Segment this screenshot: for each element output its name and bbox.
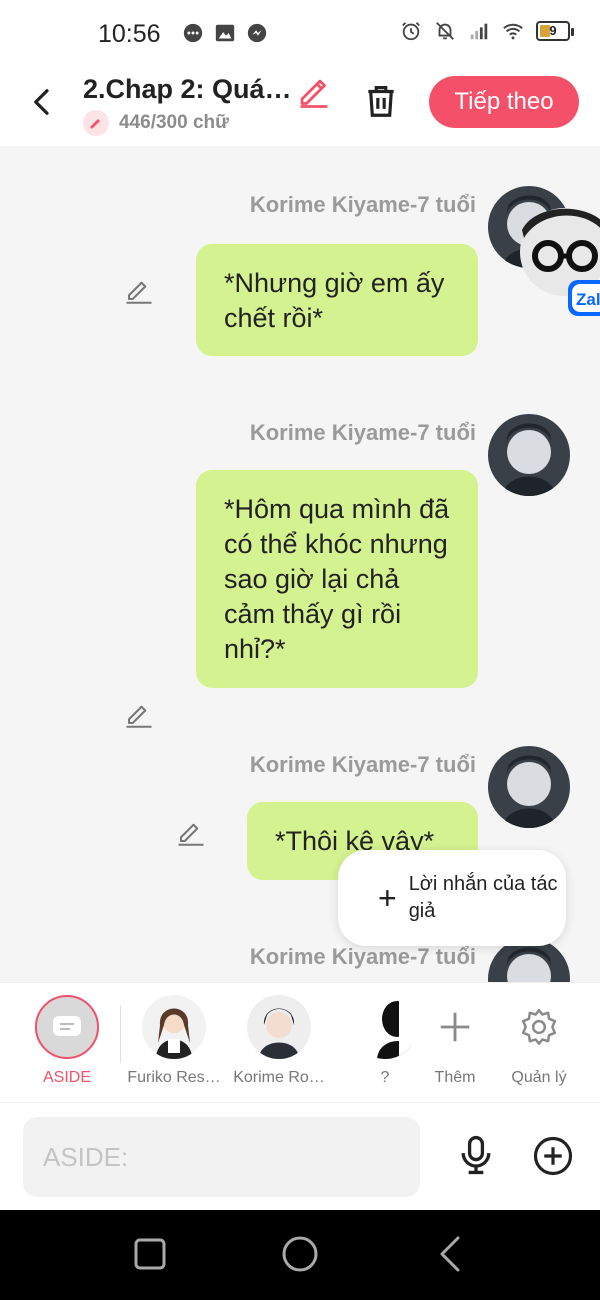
edit-message-icon[interactable] [176, 816, 206, 846]
next-button[interactable]: Tiếp theo [429, 76, 579, 128]
messenger-icon [247, 23, 267, 43]
character-avatar[interactable] [488, 746, 570, 828]
battery-indicator: 9 [536, 21, 574, 41]
signal-icon [470, 23, 488, 40]
chat-bubble-icon [183, 23, 203, 43]
sender-name: Korime Kiyame-7 tuổi [249, 192, 476, 217]
chevron-left-icon [34, 89, 49, 115]
aside-icon [35, 995, 99, 1059]
back-icon[interactable] [430, 1234, 470, 1274]
character-korime[interactable]: Korime Ro… [229, 995, 329, 1087]
voice-input-button[interactable] [454, 1133, 498, 1177]
bell-off-icon [436, 22, 454, 40]
microphone-icon [461, 1135, 491, 1175]
manage-characters-label: Quản lý [511, 1069, 567, 1086]
character-label: ASIDE [42, 1069, 91, 1086]
character-aside[interactable]: ASIDE [17, 995, 117, 1087]
message-bubble[interactable]: *Hôm qua mình đã có thể khóc nhưng sao g… [196, 470, 478, 688]
input-bar [0, 1102, 600, 1210]
zalo-chat-head[interactable]: Zal [512, 208, 600, 318]
status-bar: 10:56 9 [0, 0, 600, 70]
character-avatar [142, 995, 206, 1059]
system-nav-bar [0, 1210, 600, 1300]
alarm-icon [402, 22, 420, 41]
sender-name: Korime Kiyame-7 tuổi [249, 420, 476, 445]
add-character-label: Thêm [434, 1069, 476, 1086]
trash-icon [368, 85, 394, 117]
recent-apps-icon[interactable] [130, 1234, 170, 1274]
character-avatar [247, 995, 311, 1059]
edit-message-icon[interactable] [124, 274, 154, 304]
character-label: Furiko Res… [127, 1069, 221, 1086]
character-avatar[interactable] [488, 414, 570, 496]
word-count: 446/300 chữ [119, 112, 229, 133]
gear-icon [507, 995, 571, 1059]
back-button[interactable] [22, 82, 62, 122]
sender-name: Korime Kiyame-7 tuổi [249, 752, 476, 777]
status-left-icons [182, 22, 268, 44]
character-label: ? [380, 1069, 390, 1086]
status-time: 10:56 [98, 20, 161, 48]
message-bubble[interactable]: *Nhưng giờ em ấy chết rồi* [196, 244, 478, 356]
divider [120, 1005, 121, 1063]
manage-characters-button[interactable]: Quản lý [489, 995, 589, 1087]
plus-circle-icon [533, 1136, 573, 1176]
attach-button[interactable] [532, 1135, 574, 1177]
message-input[interactable] [23, 1117, 420, 1197]
character-bar: ASIDE Furiko Res… Korime Ro… ? Thêm Quản… [0, 982, 600, 1102]
word-count-row: 446/300 chữ [83, 110, 229, 136]
status-right-icons: 9 [400, 20, 574, 42]
character-label: Korime Ro… [233, 1069, 325, 1086]
author-note-label: Lời nhắn của tác giả [408, 873, 558, 922]
character-furiko[interactable]: Furiko Res… [124, 995, 224, 1087]
delete-button[interactable] [362, 82, 402, 122]
image-icon [215, 24, 235, 42]
edit-message-icon[interactable] [124, 698, 154, 728]
chapter-header: 2.Chap 2: Quá… 446/300 chữ Tiếp theo [0, 70, 600, 146]
edit-title-button[interactable] [296, 72, 332, 108]
plus-icon [423, 995, 487, 1059]
chat-area[interactable]: Korime Kiyame-7 tuổi *Nhưng giờ em ấy ch… [0, 146, 600, 982]
author-note-button[interactable]: + Lời nhắn của tác giả [338, 850, 566, 946]
wifi-icon [503, 23, 523, 40]
pencil-icon [83, 110, 109, 136]
chapter-title[interactable]: 2.Chap 2: Quá… [83, 74, 295, 105]
sender-name: Korime Kiyame-7 tuổi [249, 944, 476, 969]
svg-text:Zal: Zal [576, 290, 600, 309]
plus-icon: + [378, 880, 397, 916]
home-icon[interactable] [280, 1234, 320, 1274]
pencil-icon [300, 79, 328, 108]
